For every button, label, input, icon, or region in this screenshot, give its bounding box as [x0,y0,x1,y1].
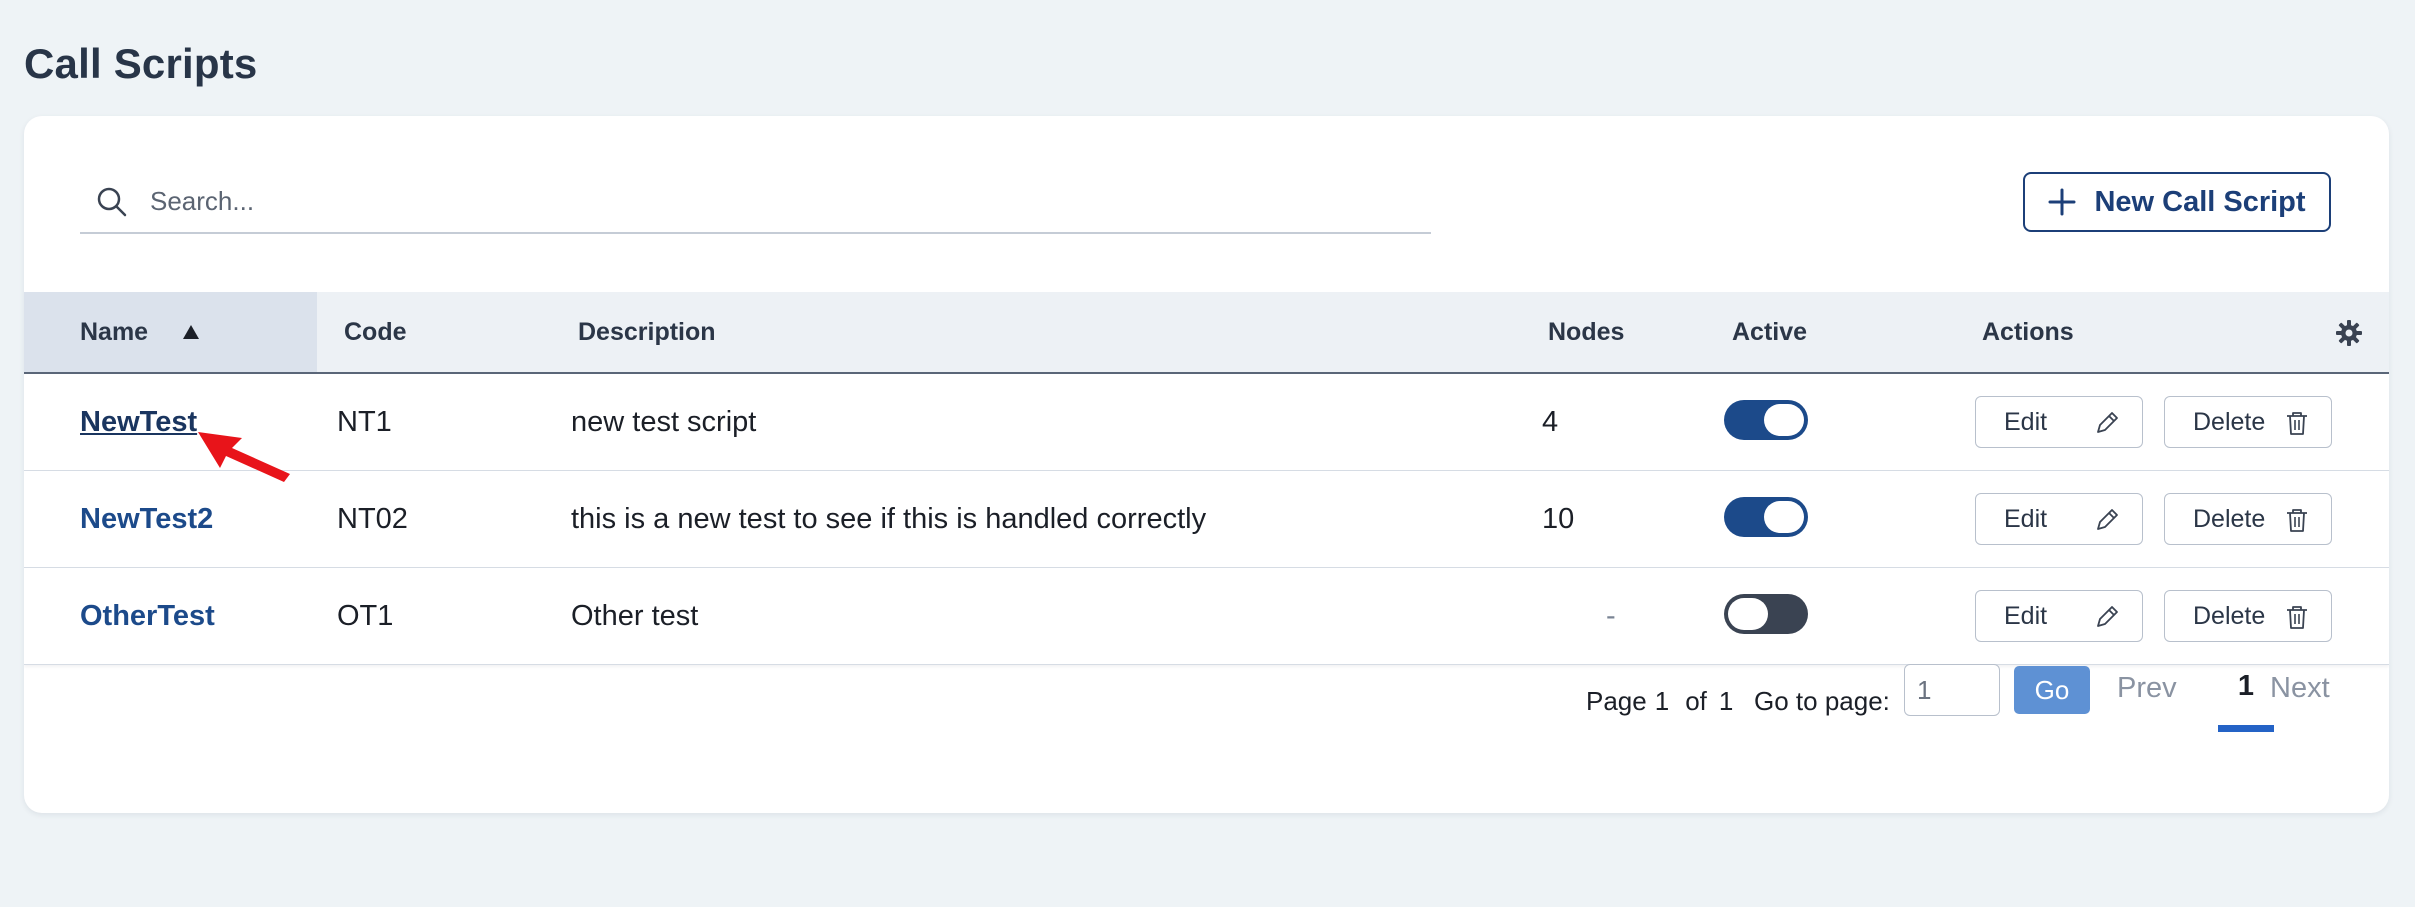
column-header-name-label: Name [80,317,149,346]
column-header-description[interactable]: Description [578,292,716,372]
current-page: 1 [1654,686,1670,716]
pencil-icon [2097,412,2118,433]
new-call-script-label: New Call Script [2094,185,2306,218]
delete-button[interactable]: Delete [2164,493,2332,545]
page-info: Page 1 of 1 [1586,686,1733,717]
trash-icon [2287,509,2307,532]
delete-button[interactable]: Delete [2164,590,2332,642]
page-title: Call Scripts [24,40,258,87]
pencil-icon [2097,509,2118,530]
gear-icon[interactable] [2336,320,2362,346]
pencil-icon [2097,606,2118,627]
pagination: Page 1 of 1 Go to page: Go Prev 1 Next [24,664,2389,744]
table-row: NewTest NT1 new test script 4 Edit Delet… [24,374,2389,471]
edit-button[interactable]: Edit [1975,590,2143,642]
script-description: new test script [571,405,757,438]
script-description: this is a new test to see if this is han… [571,502,1207,535]
script-name-link[interactable]: NewTest [80,374,197,470]
toggle-knob [1764,501,1804,533]
page-word: Page [1586,686,1647,716]
active-toggle[interactable] [1724,594,1808,634]
trash-icon [2287,606,2307,629]
script-nodes: - [1606,599,1616,632]
column-header-active[interactable]: Active [1732,292,1807,372]
new-call-script-button[interactable]: New Call Script [2023,172,2331,232]
toggle-knob [1764,404,1804,436]
plus-icon [2048,188,2076,216]
column-header-actions: Actions [1982,317,2074,346]
column-header-nodes[interactable]: Nodes [1548,292,1624,372]
total-pages: 1 [1718,686,1734,716]
goto-page-label: Go to page: [1754,686,1890,716]
table-row: OtherTest OT1 Other test - Edit Delete [24,568,2389,665]
script-code: NT1 [337,405,392,438]
active-toggle[interactable] [1724,497,1808,537]
script-name-link[interactable]: OtherTest [80,568,215,664]
edit-button[interactable]: Edit [1975,396,2143,448]
edit-button-label: Edit [2004,601,2048,630]
script-name-link[interactable]: NewTest2 [80,471,213,567]
script-nodes: 10 [1542,502,1575,535]
script-code: NT02 [337,502,408,535]
delete-button-label: Delete [2193,504,2266,533]
edit-button-label: Edit [2004,407,2048,436]
prev-page-link[interactable]: Prev [2117,672,2177,705]
search-bar [80,172,1431,234]
script-nodes: 4 [1542,405,1559,438]
sort-ascending-icon [183,325,200,339]
page-number-1[interactable]: 1 [2218,670,2274,732]
edit-button[interactable]: Edit [1975,493,2143,545]
delete-button-label: Delete [2193,407,2266,436]
script-description: Other test [571,599,699,632]
of-word: of [1685,686,1707,716]
call-scripts-card: New Call Script Name Code Description No… [24,116,2389,813]
pointer-arrow-icon [198,432,290,482]
column-header-name[interactable]: Name [24,292,317,372]
column-header-code[interactable]: Code [344,292,407,372]
delete-button-label: Delete [2193,601,2266,630]
trash-icon [2287,412,2307,435]
search-icon [97,187,127,217]
goto-page-input[interactable] [1904,664,2000,716]
next-page-link[interactable]: Next [2270,672,2330,705]
edit-button-label: Edit [2004,504,2048,533]
search-input[interactable] [150,180,1410,222]
table-header: Name Code Description Nodes Active Actio… [24,292,2389,374]
go-button[interactable]: Go [2014,666,2090,714]
script-code: OT1 [337,599,394,632]
toggle-knob [1728,598,1768,630]
table-row: NewTest2 NT02 this is a new test to see … [24,471,2389,568]
delete-button[interactable]: Delete [2164,396,2332,448]
active-toggle[interactable] [1724,400,1808,440]
